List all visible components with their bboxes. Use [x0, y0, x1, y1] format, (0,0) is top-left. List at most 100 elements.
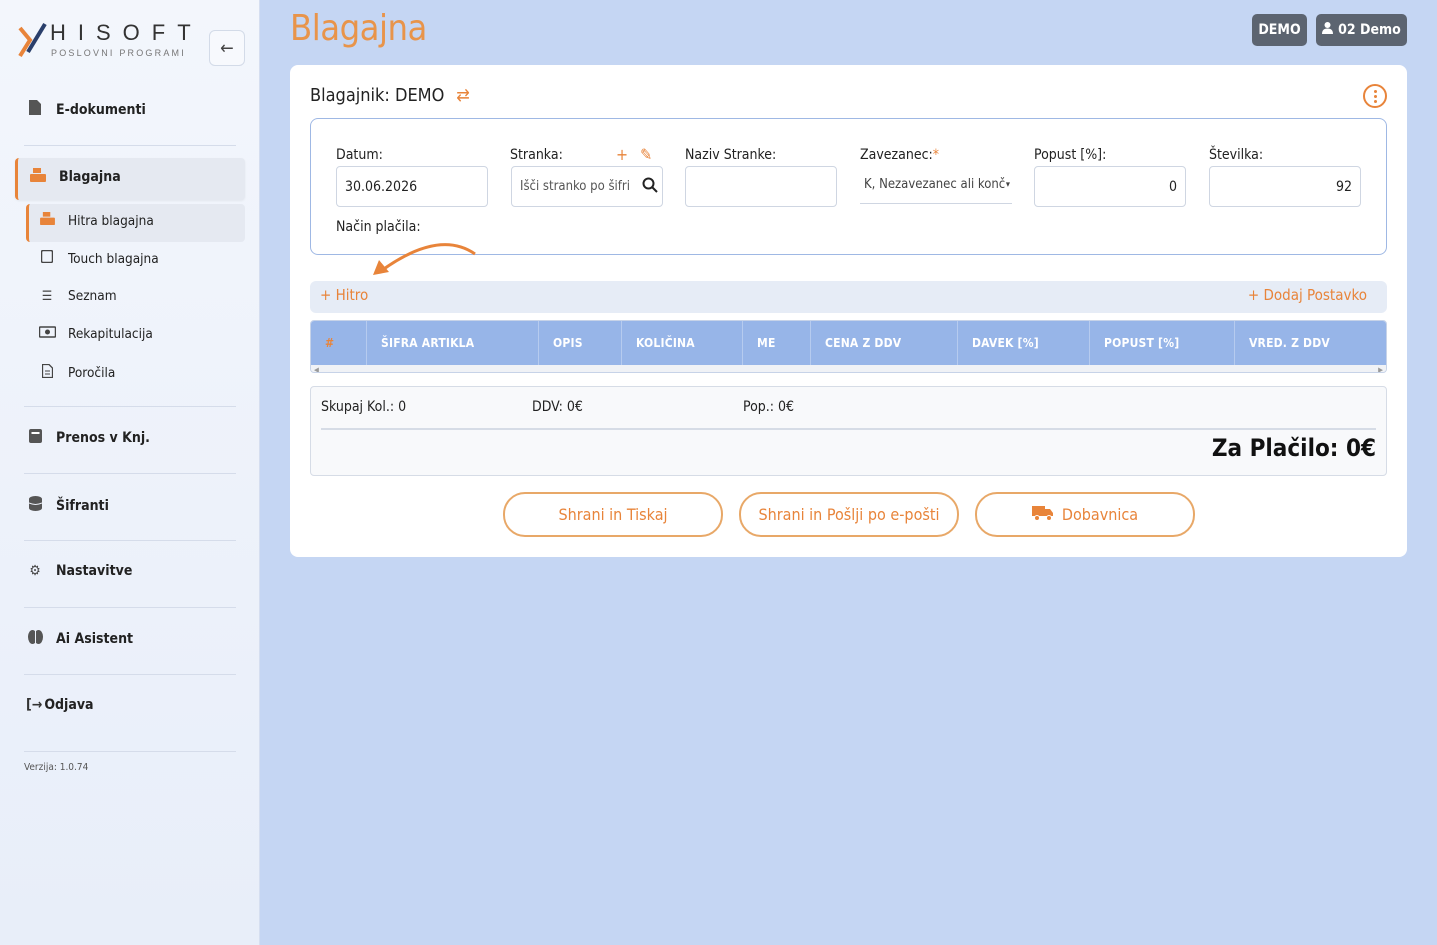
- sidebar-divider: [24, 751, 236, 752]
- sidebar-subitem-seznam[interactable]: ☰ Seznam: [38, 288, 117, 304]
- table-header: # ŠIFRA ARTIKLA OPIS KOLIČINA ME CENA Z …: [311, 321, 1386, 365]
- sidebar-item-nastavitve[interactable]: ⚙ Nastavitve: [24, 563, 132, 579]
- zavezanec-label-text: Zavezanec:: [860, 147, 933, 163]
- totals-summary: Skupaj Kol.: 0 DDV: 0€ Pop.: 0€ Za Plači…: [310, 386, 1387, 476]
- naziv-input[interactable]: [685, 166, 837, 207]
- logo-text: HISOFT: [50, 20, 203, 45]
- horizontal-scrollbar[interactable]: ◀ ▶: [311, 365, 1386, 372]
- scroll-left-icon[interactable]: ◀: [314, 366, 319, 372]
- user-button[interactable]: 02 Demo: [1316, 14, 1407, 46]
- stevilka-input[interactable]: 92: [1209, 166, 1361, 207]
- sidebar-divider: [24, 145, 236, 146]
- sidebar-subitem-touch-blagajna[interactable]: Touch blagajna: [38, 249, 159, 267]
- sidebar-item-sifranti[interactable]: Šifranti: [24, 496, 109, 515]
- stevilka-label: Številka:: [1209, 147, 1264, 163]
- sidebar-divider: [24, 540, 236, 541]
- swap-icon[interactable]: ⇄: [456, 85, 470, 106]
- column-header[interactable]: POPUST [%]: [1090, 321, 1235, 365]
- arrow-left-icon: ←: [220, 37, 234, 59]
- stranka-placeholder: Išči stranko po šifri: [520, 179, 630, 194]
- sidebar-subitem-label: Seznam: [68, 288, 117, 304]
- money-icon: [38, 326, 56, 342]
- hitro-button[interactable]: + Hitro: [320, 286, 368, 304]
- sidebar-item-ai-asistent[interactable]: Ai Asistent: [24, 630, 133, 648]
- logo-tagline: POSLOVNI PROGRAMI: [51, 48, 186, 58]
- nacin-placila-label: Način plačila:: [336, 219, 421, 235]
- column-header[interactable]: VRED. Z DDV: [1235, 321, 1386, 365]
- cashier-header: Blagajnik: DEMO ⇄: [310, 85, 470, 106]
- stranka-label: Stranka:: [510, 147, 563, 163]
- sidebar-item-odjava[interactable]: [→ Odjava: [26, 697, 94, 713]
- delivery-note-button[interactable]: Dobavnica: [975, 492, 1195, 537]
- column-header[interactable]: ŠIFRA ARTIKLA: [367, 321, 539, 365]
- database-icon: [24, 496, 46, 515]
- version-label: Verzija: 1.0.74: [24, 762, 89, 773]
- sidebar-item-blagajna[interactable]: Blagajna: [27, 168, 121, 186]
- column-header[interactable]: DAVEK [%]: [958, 321, 1090, 365]
- sidebar-item-label: Blagajna: [59, 169, 121, 185]
- save-email-button[interactable]: Shrani in Pošlji po e-pošti: [739, 492, 959, 537]
- scroll-right-icon[interactable]: ▶: [1378, 366, 1383, 372]
- items-table: # ŠIFRA ARTIKLA OPIS KOLIČINA ME CENA Z …: [310, 320, 1387, 373]
- datum-input[interactable]: 30.06.2026: [336, 166, 488, 207]
- sidebar: HISOFT POSLOVNI PROGRAMI ← E-dokumenti B…: [0, 0, 260, 945]
- sidebar-item-label: Šifranti: [56, 497, 109, 514]
- company-button[interactable]: DEMO: [1252, 14, 1307, 46]
- sidebar-divider: [24, 473, 236, 474]
- tablet-icon: [38, 249, 56, 267]
- zavezanec-label: Zavezanec:*: [860, 147, 939, 163]
- stranka-actions: + ✎: [616, 145, 652, 164]
- zavezanec-select[interactable]: K, Nezavezanec ali konč ▾: [860, 166, 1012, 204]
- sidebar-subitem-rekapitulacija[interactable]: Rekapitulacija: [38, 326, 153, 342]
- sidebar-subitem-hitra-blagajna[interactable]: Hitra blagajna: [38, 212, 154, 229]
- summary-divider: [321, 428, 1376, 430]
- chevron-down-icon: ▾: [1005, 179, 1010, 190]
- gear-icon: ⚙: [29, 563, 41, 579]
- more-options-icon[interactable]: [1363, 84, 1387, 108]
- popust-input[interactable]: 0: [1034, 166, 1186, 207]
- cash-register-icon: [27, 168, 49, 186]
- zavezanec-value: K, Nezavezanec ali konč: [864, 177, 1006, 192]
- column-header[interactable]: CENA Z DDV: [811, 321, 958, 365]
- column-header[interactable]: #: [311, 321, 367, 365]
- user-label: 02 Demo: [1338, 22, 1401, 38]
- report-icon: [38, 363, 56, 382]
- logo-mark-icon: [18, 22, 47, 58]
- items-toolbar: + Hitro + Dodaj Postavko: [310, 281, 1387, 313]
- collapse-sidebar-button[interactable]: ←: [209, 30, 245, 66]
- plus-icon[interactable]: +: [616, 145, 628, 164]
- list-icon: ☰: [41, 288, 53, 304]
- sidebar-divider: [24, 607, 236, 608]
- add-item-button[interactable]: + Dodaj Postavko: [1248, 286, 1367, 304]
- stranka-search-input[interactable]: Išči stranko po šifri: [511, 166, 663, 207]
- sidebar-item-label: Odjava: [44, 697, 94, 713]
- sidebar-divider: [24, 406, 236, 407]
- naziv-label: Naziv Stranke:: [685, 147, 777, 163]
- hint-arrow-icon: [373, 243, 476, 275]
- sidebar-subitem-porocila[interactable]: Poročila: [38, 363, 116, 382]
- za-placilo-total: Za Plačilo: 0€: [1211, 434, 1376, 462]
- sidebar-divider: [24, 674, 236, 675]
- sidebar-item-label: Nastavitve: [56, 563, 133, 579]
- pencil-icon[interactable]: ✎: [640, 145, 652, 164]
- hisoft-logo[interactable]: HISOFT POSLOVNI PROGRAMI: [18, 20, 198, 64]
- sidebar-item-e-dokumenti[interactable]: E-dokumenti: [24, 100, 146, 119]
- column-header[interactable]: KOLIČINA: [622, 321, 743, 365]
- file-icon: [24, 100, 46, 119]
- sidebar-item-prenos[interactable]: Prenos v Knj.: [24, 429, 150, 447]
- popust-label: Popust [%]:: [1034, 147, 1107, 163]
- sidebar-item-label: Prenos v Knj.: [56, 430, 150, 446]
- popust-total: Pop.: 0€: [743, 399, 795, 415]
- column-header[interactable]: ME: [743, 321, 811, 365]
- save-print-button[interactable]: Shrani in Tiskaj: [503, 492, 723, 537]
- search-icon[interactable]: [642, 177, 658, 197]
- sidebar-subitem-label: Rekapitulacija: [68, 326, 153, 342]
- ddv-total: DDV: 0€: [532, 399, 583, 415]
- sidebar-subitem-label: Poročila: [68, 365, 116, 381]
- delivery-note-label: Dobavnica: [1061, 505, 1139, 524]
- truck-icon: [1031, 505, 1054, 525]
- logout-icon: [→: [26, 697, 43, 713]
- sidebar-subitem-label: Hitra blagajna: [68, 212, 154, 229]
- book-icon: [24, 429, 46, 447]
- column-header[interactable]: OPIS: [539, 321, 622, 365]
